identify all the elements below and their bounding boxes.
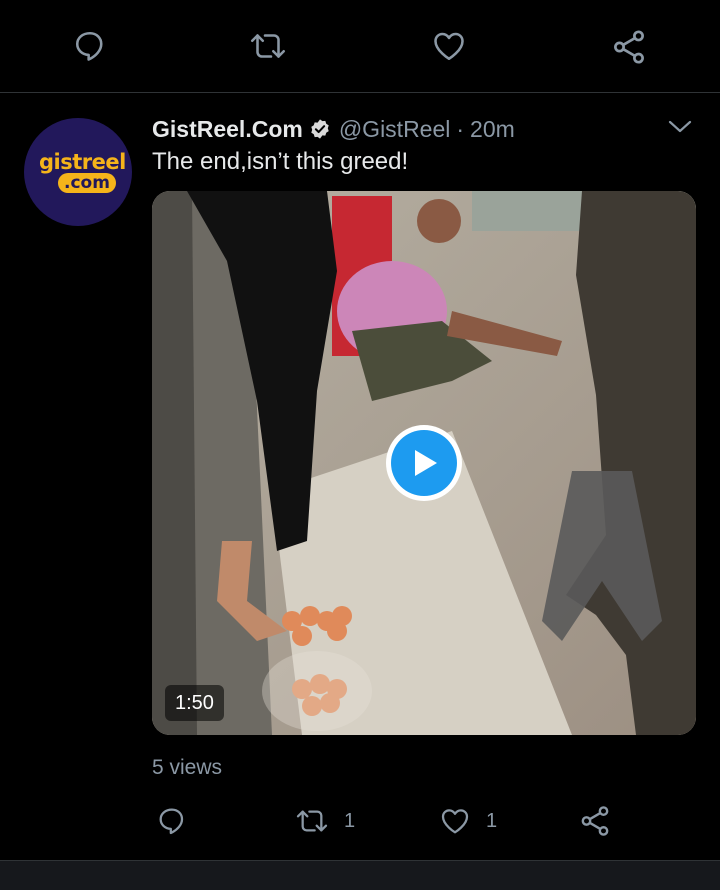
retweet-icon (296, 810, 328, 832)
tweet-header: GistReel.Com @GistReel · 20m (152, 114, 515, 144)
avatar-logo-domain: .com (58, 173, 116, 193)
retweet-icon (250, 34, 286, 58)
retweet-count: 1 (344, 809, 356, 832)
reply-icon (159, 808, 184, 835)
tweet-retweet-button[interactable]: 1 (294, 805, 355, 837)
share-button[interactable] (610, 28, 648, 66)
avatar-logo-text: gistreel (39, 150, 126, 174)
timestamp[interactable]: 20m (470, 116, 515, 143)
tweet-share-button[interactable] (578, 803, 612, 839)
play-button[interactable] (386, 425, 462, 501)
play-icon (391, 430, 457, 496)
like-count: 1 (486, 809, 498, 832)
reply-icon (75, 31, 103, 61)
share-icon (581, 806, 609, 836)
retweet-button[interactable] (248, 28, 288, 64)
previous-tweet-actions (0, 0, 720, 93)
reply-button[interactable] (72, 28, 108, 64)
tweet-like-button[interactable]: 1 (438, 805, 497, 837)
video-duration: 1:50 (165, 685, 224, 721)
user-handle[interactable]: @GistReel (339, 116, 451, 143)
share-icon (614, 30, 644, 64)
chevron-down-icon (668, 120, 692, 133)
heart-icon (441, 809, 469, 834)
tweet-reply-button[interactable] (156, 805, 188, 837)
video-player[interactable]: 1:50 (152, 191, 696, 735)
view-count: 5 views (152, 756, 223, 779)
more-options-button[interactable] (666, 116, 694, 143)
heart-icon (434, 32, 464, 61)
avatar[interactable]: gistreel .com (24, 118, 132, 226)
next-tweet-edge (0, 860, 720, 890)
separator-dot: · (456, 115, 465, 142)
like-button[interactable] (430, 28, 468, 64)
verified-badge-icon (309, 118, 331, 140)
tweet-text: The end,isn’t this greed! (152, 148, 409, 175)
display-name[interactable]: GistReel.Com (152, 116, 303, 143)
